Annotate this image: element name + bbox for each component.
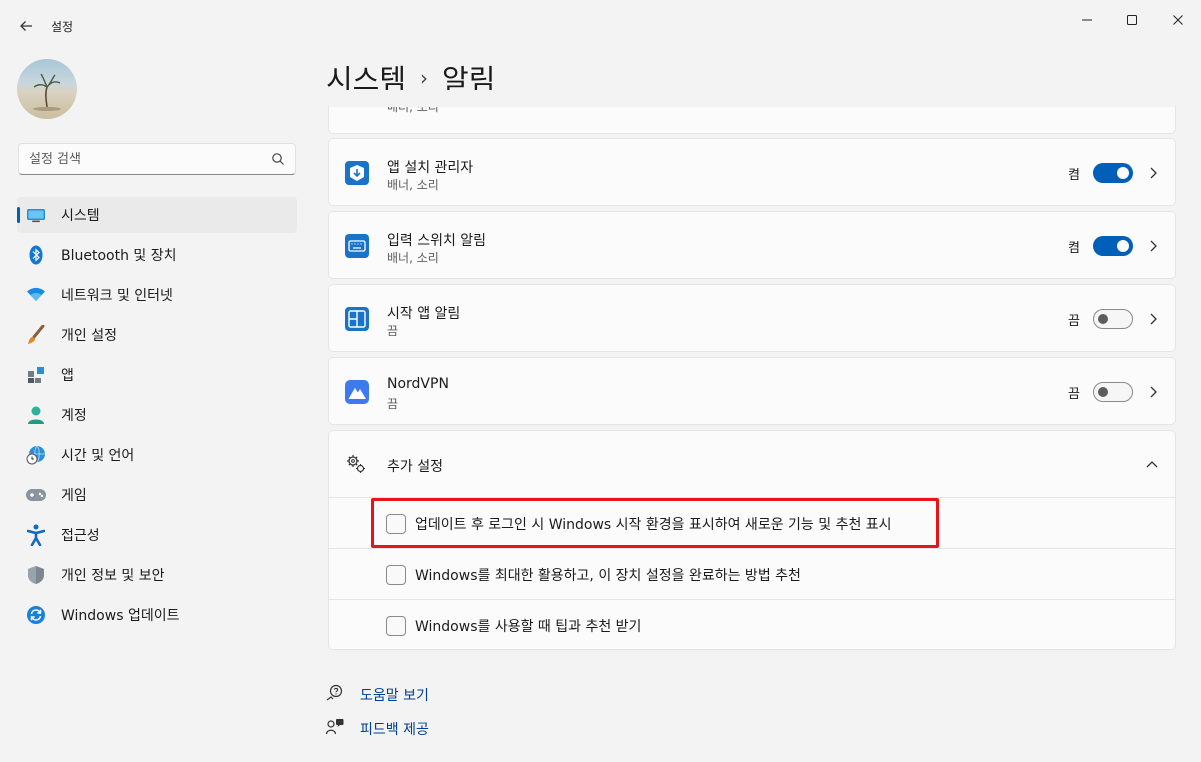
app-notification-card[interactable]: 시작 앱 알림 끔 끔: [328, 284, 1176, 352]
sidebar-item-apps[interactable]: 앱: [17, 357, 297, 393]
toggle-switch[interactable]: [1093, 382, 1133, 402]
app-subtitle: 배너, 소리: [387, 178, 439, 192]
checkbox-tips[interactable]: [386, 616, 406, 636]
sidebar-nav: 시스템 Bluetooth 및 장치 네트워크 및 인터넷 개인 설정 앱 계정: [17, 197, 297, 637]
app-name: 시작 앱 알림: [387, 306, 461, 322]
toggle-switch[interactable]: [1093, 309, 1133, 329]
option-label: Windows를 최대한 활용하고, 이 장치 설정을 완료하는 방법 추천: [415, 568, 801, 584]
app-name: 입력 스위치 알림: [387, 233, 487, 249]
sidebar-item-gaming[interactable]: 게임: [17, 477, 297, 513]
additional-settings-header[interactable]: 추가 설정: [329, 431, 1175, 498]
breadcrumb-separator: ›: [420, 66, 429, 90]
option-row: Windows를 사용할 때 팁과 추천 받기: [329, 600, 1175, 651]
sidebar-item-network[interactable]: 네트워크 및 인터넷: [17, 277, 297, 313]
option-row: Windows를 최대한 활용하고, 이 장치 설정을 완료하는 방법 추천: [329, 549, 1175, 600]
sidebar-item-label: 네트워크 및 인터넷: [61, 288, 173, 304]
minimize-icon[interactable]: [1064, 6, 1110, 34]
shield-icon: [25, 564, 47, 586]
toggle-switch[interactable]: [1093, 163, 1133, 183]
app-title: 설정: [51, 20, 74, 34]
close-icon[interactable]: [1155, 6, 1201, 34]
gamepad-icon: [25, 484, 47, 506]
gears-icon: [347, 455, 365, 473]
toggle-state-label: 끔: [1068, 314, 1080, 329]
sidebar-item-label: 개인 설정: [61, 328, 117, 344]
chevron-right-icon[interactable]: [1147, 312, 1159, 326]
update-icon: [25, 604, 47, 626]
sidebar-item-bluetooth[interactable]: Bluetooth 및 장치: [17, 237, 297, 273]
sidebar-item-windows-update[interactable]: Windows 업데이트: [17, 597, 297, 633]
chevron-up-icon[interactable]: [1145, 458, 1159, 470]
sidebar-item-label: 앱: [61, 368, 74, 384]
chevron-right-icon[interactable]: [1147, 166, 1159, 180]
additional-settings-title: 추가 설정: [387, 459, 443, 475]
help-icon: [326, 684, 343, 701]
sidebar-item-privacy[interactable]: 개인 정보 및 보안: [17, 557, 297, 593]
sidebar-item-time-language[interactable]: 시간 및 언어: [17, 437, 297, 473]
sidebar-item-label: Bluetooth 및 장치: [61, 248, 177, 264]
chevron-right-icon[interactable]: [1147, 239, 1159, 253]
help-link[interactable]: 도움말 보기: [360, 685, 429, 705]
sidebar-item-label: 게임: [61, 488, 87, 504]
sidebar-item-accounts[interactable]: 계정: [17, 397, 297, 433]
brush-icon: [25, 324, 47, 346]
sidebar-item-label: 시간 및 언어: [61, 448, 135, 464]
toggle-switch[interactable]: [1093, 236, 1133, 256]
sidebar-item-system[interactable]: 시스템: [17, 197, 297, 233]
back-arrow-icon[interactable]: [14, 14, 38, 38]
chevron-right-icon[interactable]: [1147, 385, 1159, 399]
option-label: Windows를 사용할 때 팁과 추천 받기: [415, 619, 642, 635]
app-installer-icon: [345, 161, 369, 185]
toggle-state-label: 켬: [1068, 241, 1080, 256]
search-box[interactable]: [18, 143, 296, 175]
keyboard-icon: [345, 234, 369, 258]
sidebar-item-label: Windows 업데이트: [61, 608, 180, 624]
accessibility-icon: [25, 524, 47, 546]
sidebar-item-label: 개인 정보 및 보안: [61, 568, 165, 584]
sidebar-item-label: 계정: [61, 408, 87, 424]
app-name: NordVPN: [387, 376, 449, 392]
app-notification-card[interactable]: 앱 설치 관리자 배너, 소리 켬: [328, 138, 1176, 206]
maximize-icon[interactable]: [1109, 6, 1155, 34]
feedback-link[interactable]: 피드백 제공: [360, 719, 429, 739]
app-notification-card[interactable]: NordVPN 끔 끔: [328, 357, 1176, 425]
search-input[interactable]: [19, 144, 259, 174]
startup-apps-icon: [345, 307, 369, 331]
sidebar-item-label: 접근성: [61, 528, 100, 544]
checkbox-finish-setup[interactable]: [386, 565, 406, 585]
header-backdrop: [310, 90, 1201, 107]
app-subtitle: 배너, 소리: [387, 251, 439, 265]
bluetooth-icon: [25, 244, 47, 266]
app-subtitle: 끔: [387, 324, 399, 338]
nordvpn-icon: [345, 380, 369, 404]
search-icon[interactable]: [271, 152, 285, 166]
app-name: 앱 설치 관리자: [387, 160, 474, 176]
sidebar-item-accessibility[interactable]: 접근성: [17, 517, 297, 553]
feedback-icon: [326, 719, 344, 735]
app-notification-card[interactable]: 입력 스위치 알림 배너, 소리 켬: [328, 211, 1176, 279]
highlight-box: [371, 498, 939, 548]
sidebar-item-personalization[interactable]: 개인 설정: [17, 317, 297, 353]
system-icon: [25, 204, 47, 226]
wifi-icon: [25, 284, 47, 306]
sidebar-item-label: 시스템: [61, 208, 100, 224]
apps-icon: [25, 364, 47, 386]
globe-clock-icon: [25, 444, 47, 466]
toggle-state-label: 끔: [1068, 387, 1080, 402]
toggle-state-label: 켬: [1068, 168, 1080, 183]
account-icon: [25, 404, 47, 426]
avatar[interactable]: [17, 59, 77, 119]
app-subtitle: 끔: [387, 397, 399, 411]
title-bar: 설정: [0, 0, 1201, 50]
